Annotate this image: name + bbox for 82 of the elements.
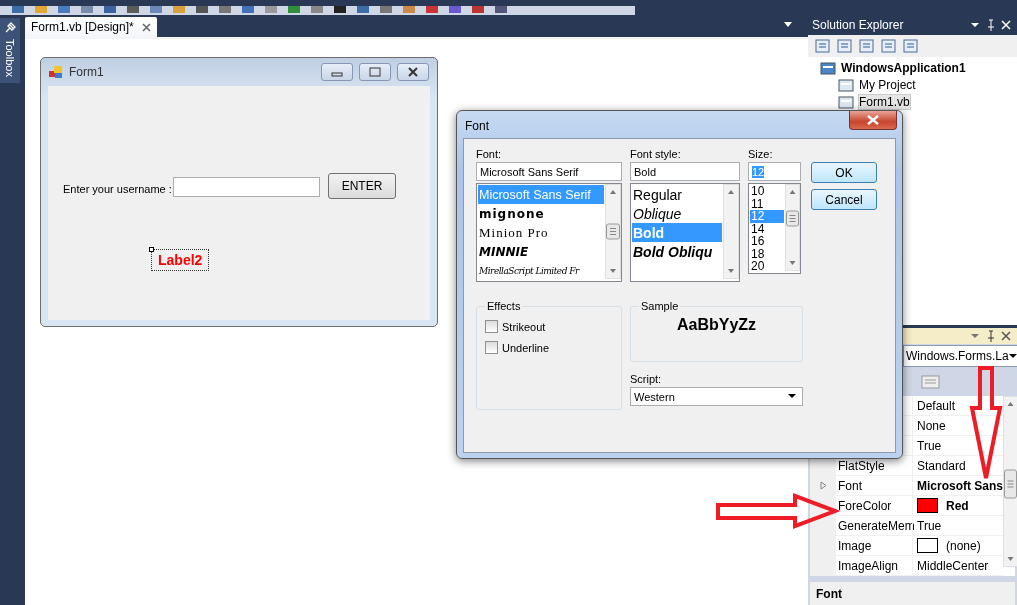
pin-icon	[3, 21, 17, 35]
property-value[interactable]: True	[917, 518, 942, 533]
tree-item[interactable]: My Project	[859, 77, 916, 92]
panel-controls-icon[interactable]	[969, 330, 1013, 343]
property-name: Font	[838, 478, 862, 493]
property-value[interactable]: Standard	[917, 458, 966, 473]
property-value[interactable]: MiddleCenter	[917, 558, 989, 573]
font-list-item[interactable]: Minion Pro	[478, 223, 604, 242]
window-title: Form1	[69, 65, 105, 79]
sample-text: AaBbYyZz	[676, 316, 757, 334]
property-value[interactable]: True	[917, 438, 942, 453]
close-icon[interactable]	[397, 63, 429, 81]
ok-button[interactable]: OK	[811, 162, 877, 183]
property-name: Image	[838, 538, 872, 553]
property-value[interactable]: Default	[917, 398, 956, 413]
tree-item[interactable]: WindowsApplication1	[841, 60, 966, 75]
scrollbar[interactable]	[723, 184, 739, 279]
caret-icon	[788, 394, 796, 399]
field-label: Font:	[476, 148, 503, 161]
toolbox-tab[interactable]: Toolbox	[0, 18, 20, 83]
font-style-item[interactable]: Bold Obliqu	[632, 242, 722, 261]
maximize-icon[interactable]	[359, 63, 391, 81]
expand-icon[interactable]	[819, 481, 827, 491]
tab-title: Form1.vb [Design]*	[31, 20, 134, 34]
size-item[interactable]: 20	[750, 260, 784, 273]
description-text: Font	[810, 582, 1015, 605]
close-icon[interactable]	[849, 111, 897, 130]
document-tab[interactable]: Form1.vb [Design]*	[25, 17, 157, 37]
cancel-button[interactable]: Cancel	[811, 189, 877, 210]
group-title: Effects	[486, 300, 522, 312]
property-value[interactable]: Microsoft Sans	[917, 478, 1003, 493]
checkbox-label[interactable]: Underline	[502, 341, 550, 354]
font-style-field[interactable]: Bold	[630, 162, 740, 181]
property-name: ImageAlign	[838, 558, 899, 573]
toolbar-icon[interactable]	[332, 6, 348, 14]
size-item[interactable]: 18	[750, 247, 784, 260]
minimize-icon[interactable]	[321, 63, 353, 81]
size-item[interactable]: 11	[750, 197, 784, 210]
property-value[interactable]: (none)	[946, 538, 981, 553]
font-style-item[interactable]: Oblique	[632, 204, 722, 223]
dialog-title: Font	[464, 118, 489, 135]
font-list-item[interactable]: mignone	[478, 204, 604, 223]
size-item[interactable]: 10	[750, 185, 784, 198]
checkbox[interactable]	[485, 320, 498, 333]
font-name-field[interactable]: Microsoft Sans Serif	[476, 162, 622, 181]
property-value[interactable]: Red	[946, 498, 969, 513]
field-label: Script:	[630, 373, 663, 386]
font-style-item[interactable]: Regular	[632, 185, 722, 204]
font-list-item[interactable]: MirellaScript Limited Fr	[478, 261, 604, 280]
checkbox[interactable]	[485, 341, 498, 354]
field-label: Font style:	[630, 148, 682, 161]
form-label[interactable]: Enter your username :	[63, 183, 172, 195]
property-pages-icon[interactable]	[921, 374, 941, 391]
caret-icon	[1008, 353, 1017, 359]
project-icon	[820, 60, 836, 75]
checkbox-label[interactable]: Strikeout	[502, 320, 546, 333]
enter-button[interactable]: ENTER	[328, 173, 396, 199]
username-field[interactable]	[173, 177, 320, 197]
script-dropdown[interactable]: Western	[630, 387, 803, 406]
font-list-item[interactable]: MINNIE	[478, 242, 604, 261]
panel-controls-icon[interactable]	[969, 19, 1013, 31]
panel-title: Solution Explorer	[812, 18, 904, 32]
scrollbar[interactable]	[1003, 396, 1017, 568]
field-label: Size:	[748, 148, 774, 161]
property-name: FlatStyle	[838, 458, 885, 473]
scrollbar[interactable]	[785, 184, 800, 271]
toolbar-icon[interactable]	[493, 6, 509, 14]
form-file-icon	[838, 94, 854, 109]
form-icon	[49, 65, 63, 79]
toolbar-icon[interactable]	[125, 6, 141, 14]
size-item[interactable]: 14	[750, 222, 784, 235]
form-label[interactable]: Label2	[152, 250, 209, 270]
property-name: ForeColor	[838, 498, 892, 513]
tree-item[interactable]: Form1.vb	[859, 94, 910, 109]
scrollbar[interactable]	[605, 184, 621, 279]
toolbar-icon[interactable]	[194, 6, 210, 14]
close-icon[interactable]	[141, 22, 151, 32]
size-item[interactable]: 16	[750, 235, 784, 248]
property-name: GenerateMem	[838, 518, 915, 533]
group-title: Sample	[640, 300, 680, 312]
property-value[interactable]: None	[917, 418, 946, 433]
object-dropdown[interactable]: Windows.Forms.La	[903, 345, 1017, 368]
